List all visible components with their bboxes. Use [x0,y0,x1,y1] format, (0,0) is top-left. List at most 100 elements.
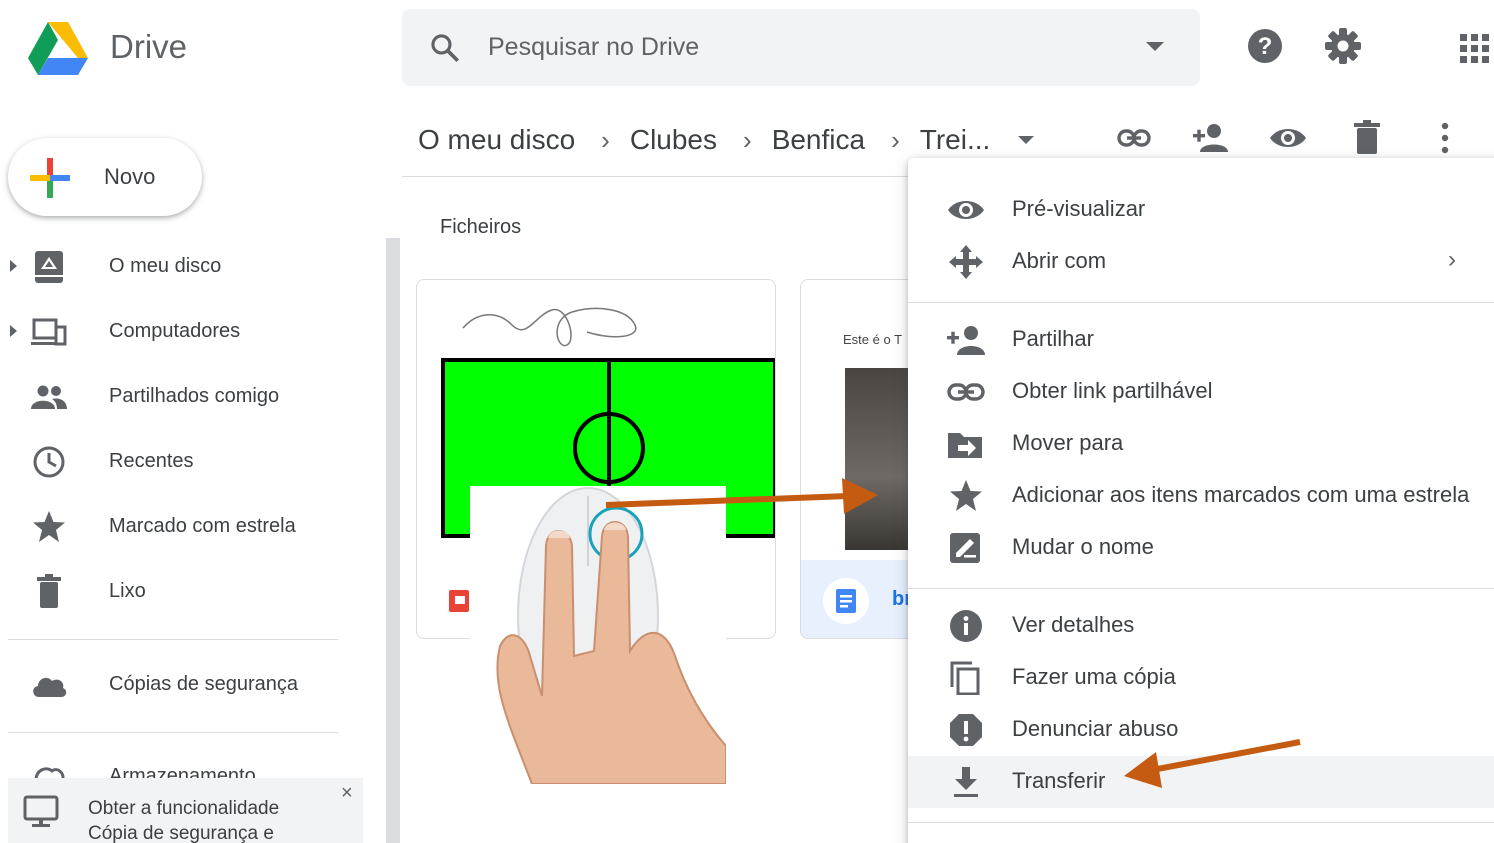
sidebar-item-label: Marcado com estrela [109,515,296,537]
breadcrumb-item-clubes[interactable]: Clubes [630,124,717,156]
menu-item-details[interactable]: Ver detalhes [908,600,1494,652]
preview-icon[interactable] [1268,118,1308,158]
promo-line-1: Obter a funcionalidade [88,798,280,819]
rename-icon [950,533,980,563]
signature-scribble [462,307,637,347]
desktop-icon [23,795,59,827]
close-icon[interactable]: × [341,782,353,805]
chevron-right-icon: › [891,124,900,155]
link-icon [947,383,985,401]
sidebar-divider [8,639,338,640]
trash-icon [37,574,61,608]
sidebar-item-my-drive[interactable]: O meu disco [0,236,380,296]
menu-item-label: Partilhar [1012,326,1094,351]
promo-line-2: Cópia de segurança e [88,823,274,843]
help-icon[interactable]: ? [1245,26,1285,66]
chevron-down-icon[interactable] [1018,136,1035,144]
my-drive-icon [35,251,63,283]
docs-file-icon [823,578,869,624]
sidebar-item-label: O meu disco [109,255,222,277]
menu-item-label: Pré-visualizar [1012,196,1146,221]
chevron-right-icon: › [1448,246,1456,273]
sidebar-scrollbar[interactable] [386,238,400,843]
file-preview-text: Este é o T [843,332,903,347]
new-button-label: Novo [104,164,156,189]
menu-item-label: Abrir com [1012,248,1107,273]
star-icon [950,480,982,511]
download-icon [954,767,978,797]
menu-item-label: Mudar o nome [1012,534,1154,559]
clock-icon [33,446,65,478]
files-section-title: Ficheiros [440,216,522,238]
share-icon[interactable] [1190,118,1230,158]
promo-text: Obter a funcionalidade Cópia de seguranç… [88,796,279,843]
apps-grid-icon[interactable] [1456,26,1494,66]
right-click-illustration [470,486,726,784]
breadcrumb-item-current[interactable]: Trei... [920,124,991,156]
header-divider [402,176,912,177]
sidebar-item-trash[interactable]: Lixo [0,561,380,621]
star-icon [33,511,65,542]
menu-item-label: Denunciar abuso [1012,716,1179,741]
svg-text:?: ? [1258,33,1273,60]
computers-icon [31,318,67,346]
sidebar-item-label: Recentes [109,450,194,472]
plus-icon [30,158,70,198]
sidebar-item-label: Partilhados comigo [109,385,280,407]
cloud-icon [33,677,67,697]
breadcrumb-item-my-drive[interactable]: O meu disco [418,124,575,156]
breadcrumb-item-benfica[interactable]: Benfica [772,124,865,156]
menu-item-share[interactable]: Partilhar [908,314,1494,366]
menu-item-label: Ver detalhes [1012,612,1135,637]
hand-mouse-image [496,487,726,784]
delete-icon[interactable] [1347,118,1387,158]
menu-item-label: Fazer uma cópia [1012,664,1176,689]
menu-item-label: Adicionar aos itens marcados com uma est… [1012,482,1470,507]
search-options-icon[interactable] [1146,42,1164,51]
menu-item-report-abuse[interactable]: Denunciar abuso [908,704,1494,756]
menu-item-add-star[interactable]: Adicionar aos itens marcados com uma est… [908,470,1494,522]
expand-arrow-icon[interactable] [10,325,17,337]
menu-item-move[interactable]: Mover para [908,418,1494,470]
shared-icon [31,385,67,409]
expand-arrow-icon[interactable] [10,260,17,272]
sidebar-item-starred[interactable]: Marcado com estrela [0,496,380,556]
sidebar-item-shared[interactable]: Partilhados comigo [0,366,380,426]
menu-divider [908,822,1494,823]
app-title: Drive [110,28,188,65]
menu-item-download[interactable]: Transferir [908,756,1494,808]
move-icon [948,433,982,458]
more-options-icon[interactable] [1425,118,1465,158]
menu-item-rename[interactable]: Mudar o nome [908,522,1494,574]
new-button[interactable]: Novo [8,138,202,216]
menu-item-preview[interactable]: Pré-visualizar [908,184,1494,236]
open-with-icon [949,245,983,279]
drive-logo-icon[interactable] [26,20,90,76]
breadcrumb: O meu disco › Clubes › Benfica › Trei... [418,120,1035,160]
menu-item-label: Mover para [1012,430,1124,455]
menu-item-copy[interactable]: Fazer uma cópia [908,652,1494,704]
chevron-right-icon: › [743,124,752,155]
share-icon [947,326,985,355]
info-icon [950,610,982,642]
menu-item-get-link[interactable]: Obter link partilhável [908,366,1494,418]
get-link-icon[interactable] [1114,118,1154,158]
sidebar-item-backups[interactable]: Cópias de segurança [0,654,380,714]
preview-icon [948,201,984,219]
storage-label[interactable]: Armazenamento [109,765,256,779]
menu-item-open-with[interactable]: Abrir com › [908,236,1494,288]
menu-divider [908,302,1494,303]
search-input[interactable]: Pesquisar no Drive [488,33,699,62]
sidebar-item-recent[interactable]: Recentes [0,431,380,491]
chevron-right-icon: › [601,124,610,155]
menu-divider [908,588,1494,589]
menu-item-label: Obter link partilhável [1012,378,1213,403]
backup-promo-banner[interactable]: Obter a funcionalidade Cópia de seguranç… [8,778,363,843]
sidebar-item-label: Cópias de segurança [109,673,299,695]
sidebar-item-computers[interactable]: Computadores [0,301,380,361]
search-icon[interactable] [428,31,462,65]
search-bar[interactable]: Pesquisar no Drive [402,9,1200,86]
report-icon [950,714,982,746]
copy-icon [950,661,980,695]
settings-icon[interactable] [1323,26,1363,66]
